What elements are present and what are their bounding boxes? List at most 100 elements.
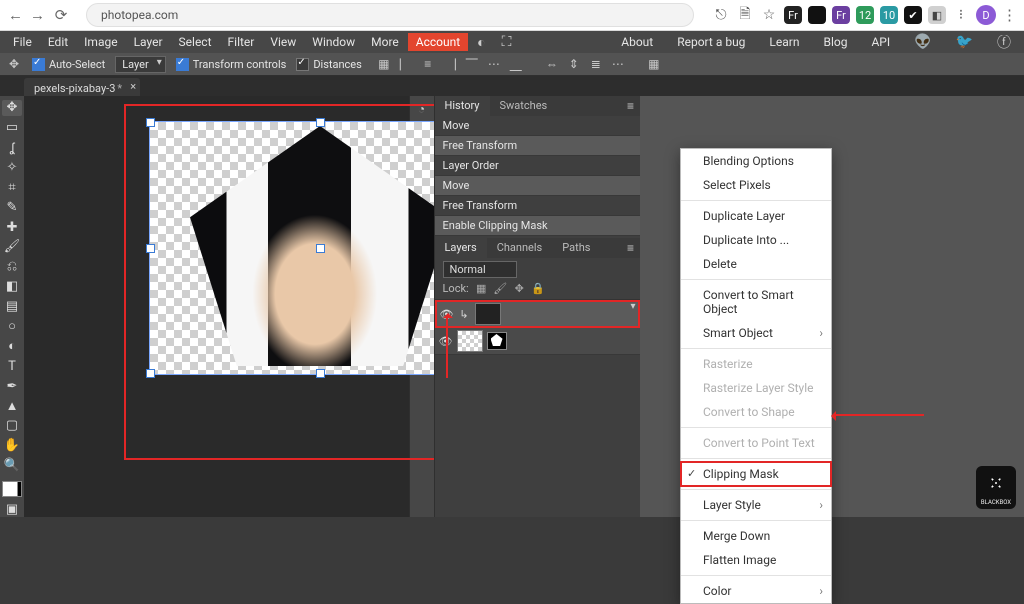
eraser-tool[interactable]: ◧ bbox=[2, 279, 22, 295]
menu-more[interactable]: More bbox=[364, 33, 406, 51]
profile-avatar[interactable]: D bbox=[976, 5, 996, 25]
history-item[interactable]: Enable Clipping Mask bbox=[435, 216, 640, 236]
link-blog[interactable]: Blog bbox=[816, 33, 854, 51]
ctx-delete[interactable]: Delete bbox=[681, 252, 831, 276]
reddit-icon[interactable]: 👽 bbox=[907, 32, 938, 52]
ctx-layer-style[interactable]: Layer Style bbox=[681, 493, 831, 517]
canvas-viewport[interactable] bbox=[24, 96, 409, 517]
fullscreen-icon[interactable]: ⛶ bbox=[495, 32, 519, 52]
nav-back-icon[interactable]: ← bbox=[8, 8, 22, 23]
align-left-icon[interactable]: ⎸ bbox=[398, 56, 414, 72]
auto-select-checkbox[interactable]: Auto-Select bbox=[32, 58, 105, 71]
transform-handle[interactable] bbox=[316, 118, 325, 127]
align-bottom-icon[interactable]: ⎽ bbox=[508, 56, 524, 72]
color-swatches[interactable] bbox=[2, 481, 22, 497]
theme-toggle-icon[interactable]: ◐ bbox=[470, 32, 492, 53]
history-item[interactable]: Free Transform bbox=[435, 196, 640, 216]
transform-handle[interactable] bbox=[316, 369, 325, 378]
ctx-duplicate-layer[interactable]: Duplicate Layer bbox=[681, 204, 831, 228]
transform-controls-checkbox[interactable]: Transform controls bbox=[176, 58, 287, 71]
extension-4-icon[interactable]: 12 bbox=[856, 6, 874, 24]
tab-history[interactable]: History bbox=[435, 96, 490, 116]
tab-channels[interactable]: Channels bbox=[487, 238, 553, 258]
menu-edit[interactable]: Edit bbox=[41, 33, 75, 51]
auto-select-mode-select[interactable]: Layer bbox=[115, 56, 166, 73]
grid-icon[interactable]: ▦ bbox=[646, 56, 662, 72]
fg-color-swatch[interactable] bbox=[2, 481, 18, 497]
layer-row-selected[interactable]: 👁 ↳ bbox=[435, 300, 640, 328]
eyedropper-tool[interactable]: ✎ bbox=[2, 199, 22, 215]
lasso-tool[interactable]: ʆ bbox=[2, 140, 22, 156]
distances-checkbox[interactable]: Distances bbox=[296, 58, 362, 71]
lock-pixels-icon[interactable]: 🖌 bbox=[494, 282, 507, 295]
panel-menu-icon[interactable]: ≡ bbox=[622, 96, 640, 116]
ctx-merge-down[interactable]: Merge Down bbox=[681, 524, 831, 548]
path-select-tool[interactable]: ▲ bbox=[2, 398, 22, 414]
ctx-blending-options[interactable]: Blending Options bbox=[681, 149, 831, 173]
distribute-v-icon[interactable]: ⇕ bbox=[566, 56, 582, 72]
gradient-tool[interactable]: ▤ bbox=[2, 298, 22, 314]
ctx-select-pixels[interactable]: Select Pixels bbox=[681, 173, 831, 197]
ctx-duplicate-into[interactable]: Duplicate Into ... bbox=[681, 228, 831, 252]
menu-filter[interactable]: Filter bbox=[221, 33, 262, 51]
menu-view[interactable]: View bbox=[263, 33, 303, 51]
transform-handle[interactable] bbox=[316, 244, 325, 253]
link-about[interactable]: About bbox=[614, 33, 660, 51]
link-api[interactable]: API bbox=[864, 33, 897, 51]
clone-tool[interactable]: ⎌ bbox=[2, 259, 22, 275]
move-tool[interactable]: ✥ bbox=[2, 100, 22, 116]
menu-image[interactable]: Image bbox=[77, 33, 124, 51]
extension-5-icon[interactable]: 10 bbox=[880, 6, 898, 24]
tab-paths[interactable]: Paths bbox=[552, 238, 600, 258]
blend-mode-select[interactable]: Normal bbox=[443, 261, 517, 278]
extension-2-icon[interactable] bbox=[808, 6, 826, 24]
document-tab[interactable]: pexels-pixabay-3 * × bbox=[24, 78, 140, 98]
history-item[interactable]: Move bbox=[435, 176, 640, 196]
align-top-icon[interactable]: ⎺ bbox=[464, 56, 480, 72]
layer-row[interactable]: 👁 bbox=[435, 328, 640, 355]
extension-3-icon[interactable]: Fr bbox=[832, 6, 850, 24]
align-middle-icon[interactable]: ⋯ bbox=[486, 56, 502, 72]
layer-thumbnail[interactable] bbox=[475, 303, 501, 325]
lock-position-icon[interactable]: ✥ bbox=[513, 282, 526, 295]
crop-tool[interactable]: ⌗ bbox=[2, 179, 22, 195]
url-bar[interactable]: photopea.com bbox=[86, 3, 694, 27]
translate-icon[interactable]: ⎋ bbox=[712, 6, 730, 24]
hand-tool[interactable]: ✋ bbox=[2, 438, 22, 454]
heal-tool[interactable]: ✚ bbox=[2, 219, 22, 235]
transform-handle[interactable] bbox=[146, 369, 155, 378]
extension-6-icon[interactable]: ✔ bbox=[904, 6, 922, 24]
menu-window[interactable]: Window bbox=[305, 33, 362, 51]
bookmark-icon[interactable]: ☆ bbox=[760, 6, 778, 24]
more-align-icon[interactable]: ⋯ bbox=[610, 56, 626, 72]
brush-tool[interactable]: 🖌 bbox=[2, 239, 22, 255]
align-right-icon[interactable]: ⎹ bbox=[442, 56, 458, 72]
panel-menu-icon[interactable]: ≡ bbox=[622, 238, 640, 258]
pen-tool[interactable]: ✒ bbox=[2, 378, 22, 394]
zoom-tool[interactable]: 🔍 bbox=[2, 458, 22, 474]
layer-mask-thumbnail[interactable] bbox=[487, 332, 507, 350]
menu-select[interactable]: Select bbox=[172, 33, 219, 51]
shape-tool[interactable]: ▢ bbox=[2, 418, 22, 434]
history-item[interactable]: Free Transform bbox=[435, 136, 640, 156]
menu-layer[interactable]: Layer bbox=[127, 33, 170, 51]
type-tool[interactable]: T bbox=[2, 358, 22, 374]
lock-all-icon[interactable]: 🔒 bbox=[532, 282, 545, 295]
twitter-icon[interactable]: 🐦 bbox=[949, 32, 980, 52]
menu-account[interactable]: Account bbox=[408, 33, 468, 51]
close-tab-icon[interactable]: × bbox=[130, 80, 136, 93]
wand-tool[interactable]: ✧ bbox=[2, 160, 22, 176]
menu-file[interactable]: File bbox=[6, 33, 39, 51]
dodge-tool[interactable]: ◐ bbox=[2, 338, 22, 354]
transform-handle[interactable] bbox=[146, 118, 155, 127]
ctx-convert-smart[interactable]: Convert to Smart Object bbox=[681, 283, 831, 321]
ctx-color[interactable]: Color bbox=[681, 579, 831, 603]
distribute-icon[interactable]: ≣ bbox=[588, 56, 604, 72]
facebook-icon[interactable]: ⓕ bbox=[990, 30, 1018, 54]
link-report-bug[interactable]: Report a bug bbox=[670, 33, 752, 51]
history-item[interactable]: Layer Order bbox=[435, 156, 640, 176]
ctx-flatten[interactable]: Flatten Image bbox=[681, 548, 831, 572]
extension-1-icon[interactable]: Fr bbox=[784, 6, 802, 24]
layer-thumbnail[interactable] bbox=[457, 330, 483, 352]
blur-tool[interactable]: ○ bbox=[2, 318, 22, 334]
